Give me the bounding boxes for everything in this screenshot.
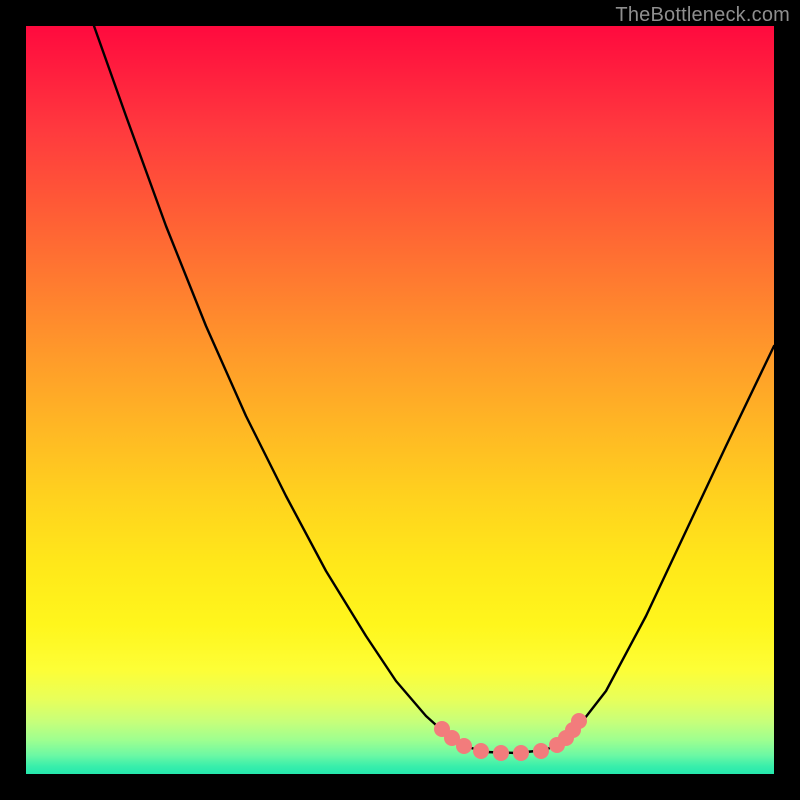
trough-marker bbox=[533, 743, 549, 759]
trough-marker bbox=[493, 745, 509, 761]
chart-frame: TheBottleneck.com bbox=[0, 0, 800, 800]
trough-marker bbox=[473, 743, 489, 759]
curve-path bbox=[94, 26, 774, 753]
bottleneck-curve bbox=[26, 26, 774, 774]
trough-marker bbox=[513, 745, 529, 761]
watermark-text: TheBottleneck.com bbox=[615, 4, 790, 27]
trough-marker bbox=[456, 738, 472, 754]
plot-area bbox=[26, 26, 774, 774]
trough-marker bbox=[571, 713, 587, 729]
